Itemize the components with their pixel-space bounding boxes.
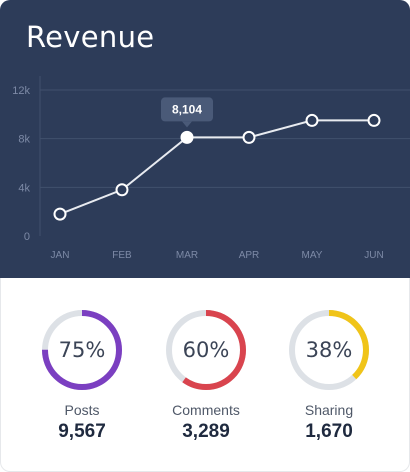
sharing-value: 1,670 <box>305 421 353 442</box>
posts-progress-ring: 75% <box>40 308 124 392</box>
data-point <box>367 113 381 127</box>
data-point <box>53 207 67 221</box>
tooltip-pointer <box>182 121 192 128</box>
x-tick-label: APR <box>239 250 260 261</box>
x-tick-label: JUN <box>364 250 383 261</box>
x-tick-label: MAY <box>302 250 323 261</box>
stat-posts: 75% Posts 9,567 <box>22 308 142 443</box>
posts-percent: 75% <box>58 338 106 362</box>
tooltip-value: 8,104 <box>172 102 202 116</box>
comments-label: Comments <box>172 402 240 418</box>
stat-sharing: 38% Sharing 1,670 <box>269 308 389 443</box>
y-tick-label: 4k <box>18 182 30 194</box>
comments-percent: 60% <box>182 338 230 362</box>
series-line <box>59 119 374 216</box>
posts-value: 9,567 <box>58 421 106 442</box>
comments-value: 3,289 <box>182 421 230 442</box>
stats-row: 75% Posts 9,567 60% Comments 3,289 38% S… <box>0 278 410 472</box>
sharing-progress-ring: 38% <box>287 308 371 392</box>
y-tick-label: 8k <box>18 134 30 146</box>
sharing-percent: 38% <box>305 338 353 362</box>
revenue-line-chart: 0 4k 8k 12k JAN FEB MAR APR MAY JUN 8,104 <box>12 76 410 261</box>
x-tick-label: FEB <box>112 250 132 261</box>
highlighted-data-point <box>180 130 194 144</box>
data-point <box>305 113 319 127</box>
revenue-card: Revenue 0 4k 8k 12k JAN FEB MAR APR MAY JUN 8,104 … <box>0 0 410 472</box>
data-point <box>242 130 256 144</box>
sharing-label: Sharing <box>304 402 354 418</box>
x-tick-label: MAR <box>176 250 198 261</box>
x-tick-label: JAN <box>51 250 70 261</box>
posts-label: Posts <box>64 402 100 418</box>
revenue-chart-panel: Revenue 0 4k 8k 12k JAN FEB MAR APR MAY JUN 8,104 <box>0 0 410 278</box>
comments-progress-ring: 60% <box>164 308 248 392</box>
stat-comments: 60% Comments 3,289 <box>146 308 266 443</box>
data-point <box>115 183 129 197</box>
y-tick-label: 0 <box>24 231 30 243</box>
y-tick-label: 12k <box>12 85 30 97</box>
